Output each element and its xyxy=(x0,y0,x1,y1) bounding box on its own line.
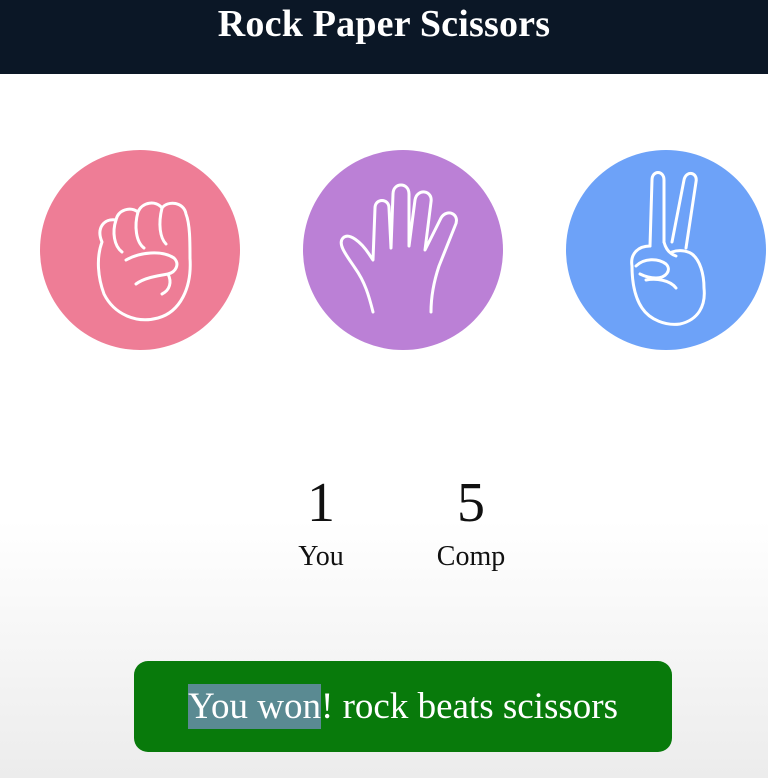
app-header: Rock Paper Scissors xyxy=(0,0,768,74)
computer-score-label: Comp xyxy=(436,541,506,572)
player-score-label: You xyxy=(298,541,344,572)
result-message-highlight: You won xyxy=(188,683,322,729)
result-banner: You won! rock beats scissors xyxy=(134,661,672,752)
rock-choice-button[interactable] xyxy=(40,150,240,350)
page-title: Rock Paper Scissors xyxy=(217,3,551,45)
fist-icon xyxy=(96,201,192,322)
result-message-rest: ! rock beats scissors xyxy=(321,685,618,727)
player-score-value: 1 xyxy=(307,472,335,534)
scissors-choice-button[interactable] xyxy=(566,150,766,350)
open-hand-icon xyxy=(339,183,458,314)
computer-score-value: 5 xyxy=(457,472,485,534)
peace-sign-icon xyxy=(630,171,706,326)
result-message: You won! rock beats scissors xyxy=(188,683,618,729)
paper-choice-button[interactable] xyxy=(303,150,503,350)
computer-score: 5 Comp xyxy=(411,470,531,574)
player-score: 1 You xyxy=(261,470,381,574)
